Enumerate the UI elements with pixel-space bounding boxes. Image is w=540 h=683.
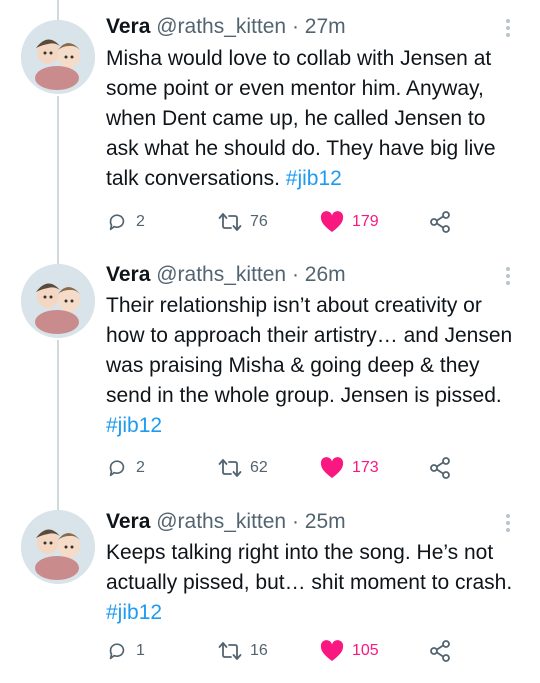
tweet-header: Vera @raths_kitten · 26m [106,262,500,288]
tweet-actions: 1 16 105 [106,637,510,665]
hashtag-link[interactable]: #jib12 [286,167,342,190]
user-handle[interactable]: @raths_kitten [156,15,286,38]
tweet-actions: 2 62 173 [106,454,510,482]
avatar[interactable] [21,264,95,338]
like-count: 105 [352,642,379,659]
retweet-count: 62 [250,459,268,476]
tweet-text: Their relationship isn’t about creativit… [106,291,522,441]
timestamp[interactable]: · 27m [292,15,346,38]
tweet-header: Vera @raths_kitten · 27m [106,14,500,40]
reply-count: 2 [136,213,145,230]
reply-count: 2 [136,459,145,476]
avatar[interactable] [21,20,95,94]
tweet[interactable]: Vera @raths_kitten · 26m Their relations… [0,254,540,502]
reply-icon [109,643,125,660]
display-name[interactable]: Vera [106,263,150,286]
retweet-icon [218,459,242,477]
share-button[interactable] [428,454,452,482]
retweet-button[interactable]: 16 [218,637,268,665]
more-icon[interactable] [498,264,518,288]
user-handle[interactable]: @raths_kitten [156,510,286,533]
display-name[interactable]: Vera [106,15,150,38]
avatar-illustration [21,264,95,338]
hashtag-link[interactable]: #jib12 [106,414,162,437]
reply-button[interactable]: 2 [106,208,145,236]
reply-icon [109,214,125,231]
tweet-header: Vera @raths_kitten · 25m [106,509,500,535]
user-handle[interactable]: @raths_kitten [156,263,286,286]
heart-icon [320,211,344,232]
display-name[interactable]: Vera [106,510,150,533]
avatar-illustration [21,20,95,94]
like-button[interactable]: 179 [320,208,379,236]
tweet-actions: 2 76 179 [106,208,510,236]
reply-button[interactable]: 1 [106,637,145,665]
share-button[interactable] [428,208,452,236]
retweet-button[interactable]: 76 [218,208,268,236]
like-button[interactable]: 105 [320,637,379,665]
retweet-icon [218,213,242,231]
tweet-body: Their relationship isn’t about creativit… [106,294,513,407]
timestamp[interactable]: · 25m [292,510,346,533]
tweet-text: Misha would love to collab with Jensen a… [106,44,522,194]
reply-button[interactable]: 2 [106,454,145,482]
share-icon [430,457,450,479]
share-icon [430,640,450,662]
retweet-count: 76 [250,213,268,230]
reply-icon [109,460,125,477]
more-icon[interactable] [498,16,518,40]
avatar[interactable] [21,510,95,584]
share-button[interactable] [428,637,452,665]
avatar-illustration [21,510,95,584]
reply-count: 1 [136,642,145,659]
tweet-text: Keeps talking right into the song. He’s … [106,538,522,628]
more-icon[interactable] [498,511,518,535]
retweet-icon [218,642,242,660]
tweet-body: Keeps talking right into the song. He’s … [106,541,513,594]
heart-icon [320,457,344,478]
retweet-count: 16 [250,642,268,659]
share-icon [430,211,450,233]
retweet-button[interactable]: 62 [218,454,268,482]
timestamp[interactable]: · 26m [292,263,346,286]
tweet[interactable]: Vera @raths_kitten · 25m Keeps talking r… [0,502,540,683]
tweet[interactable]: Vera @raths_kitten · 27m Misha would lov… [0,0,540,254]
heart-icon [320,640,344,661]
like-button[interactable]: 173 [320,454,379,482]
hashtag-link[interactable]: #jib12 [106,601,162,624]
like-count: 173 [352,459,379,476]
like-count: 179 [352,213,379,230]
